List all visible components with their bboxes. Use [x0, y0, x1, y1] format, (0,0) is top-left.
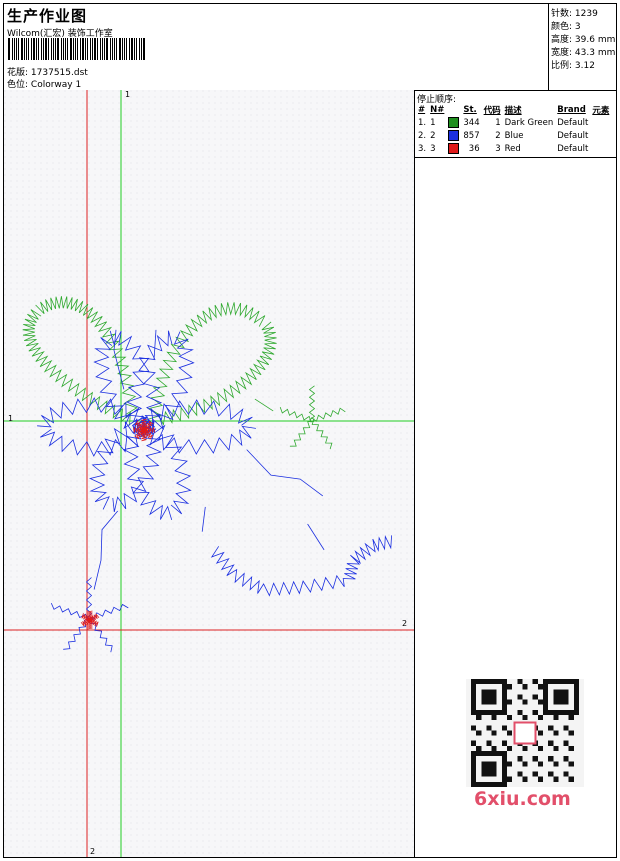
- design-canvas: 1 1 2 2: [4, 90, 415, 857]
- stop-sequence-table: # N# St. 代码 描述 Brand 元素 1. 1 344 1 Dark …: [416, 103, 611, 155]
- col-swatch: [446, 103, 461, 116]
- green-v-axis-label: 1: [125, 90, 131, 99]
- stat-stitches: 针数: 1239: [551, 9, 598, 19]
- stat-width: 宽度: 43.3 mm: [551, 48, 616, 58]
- col-num: #: [418, 104, 426, 115]
- col-st: St.: [463, 104, 477, 115]
- col-element: 元素: [592, 105, 610, 116]
- colorway-value: Colorway 1: [30, 80, 82, 90]
- stats-box: 针数: 1239 颜色: 3 高度: 39.6 mm 宽度: 43.3 mm 比…: [548, 4, 617, 90]
- table-header-row: # N# St. 代码 描述 Brand 元素: [416, 103, 611, 116]
- col-brand: Brand: [557, 104, 586, 115]
- red-h-axis-label: 2: [402, 619, 408, 628]
- barcode: [8, 38, 145, 60]
- stat-colors: 颜色: 3: [551, 22, 581, 32]
- colorway-row: 色位: Colorway 1: [7, 77, 81, 90]
- red-v-axis-label: 2: [90, 847, 96, 856]
- embroidery-svg: [4, 90, 414, 857]
- green-h-axis-label: 1: [8, 414, 14, 423]
- watermark-logo: 6xiu.com: [474, 788, 571, 810]
- color-swatch: [448, 143, 460, 154]
- colorway-label: 色位:: [7, 80, 29, 90]
- stat-scale: 比例: 3.12: [551, 61, 595, 71]
- col-code: 代码: [483, 105, 501, 116]
- page-title: 生产作业图: [7, 7, 88, 25]
- qr-code: [466, 679, 584, 787]
- header: 生产作业图 Wilcom(汇宏) 装饰工作室 花版: 1737515.dst 色…: [4, 4, 616, 91]
- col-n: N#: [430, 104, 445, 115]
- table-divider: [415, 157, 616, 158]
- stat-height: 高度: 39.6 mm: [551, 35, 616, 45]
- color-swatch: [448, 117, 460, 128]
- color-swatch: [448, 130, 460, 141]
- table-row: 2. 2 857 2 Blue Default: [418, 130, 589, 141]
- table-row: 3. 3 36 3 Red Default: [418, 143, 589, 154]
- col-desc: 描述: [504, 105, 522, 116]
- table-row: 1. 1 344 1 Dark Green Default: [418, 117, 589, 128]
